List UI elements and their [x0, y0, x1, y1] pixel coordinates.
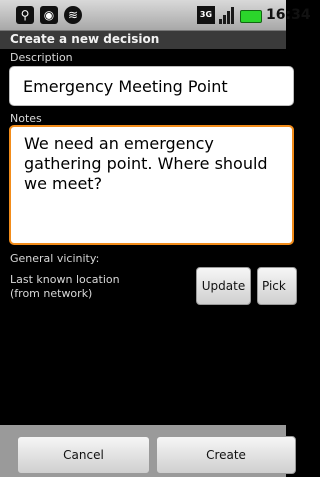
page-title: Create a new decision	[10, 32, 160, 46]
update-location-button[interactable]: Update	[196, 267, 251, 305]
pick-location-button[interactable]: Pick	[257, 267, 297, 305]
status-time: 16:34	[266, 7, 311, 23]
notes-input[interactable]: We need an emergency gathering point. Wh…	[9, 125, 294, 245]
title-bar: Create a new decision	[0, 31, 286, 49]
notes-label: Notes	[10, 112, 42, 125]
battery-icon	[240, 10, 262, 23]
vicinity-label: General vicinity:	[10, 252, 100, 265]
create-button[interactable]: Create	[156, 436, 296, 474]
location-source-label: Last known location (from network)	[10, 273, 120, 300]
android-icon: ◉	[40, 6, 58, 24]
signal-strength-icon	[219, 6, 237, 24]
wifi-icon: ≋	[64, 6, 82, 24]
status-bar: ⚲ ◉ ≋ 3G 16:34	[0, 0, 311, 31]
usb-debug-icon: ⚲	[16, 6, 34, 24]
network-type-indicator: 3G	[197, 6, 215, 24]
description-label: Description	[10, 51, 73, 64]
cancel-button[interactable]: Cancel	[17, 436, 150, 474]
description-input[interactable]: Emergency Meeting Point	[9, 66, 294, 106]
